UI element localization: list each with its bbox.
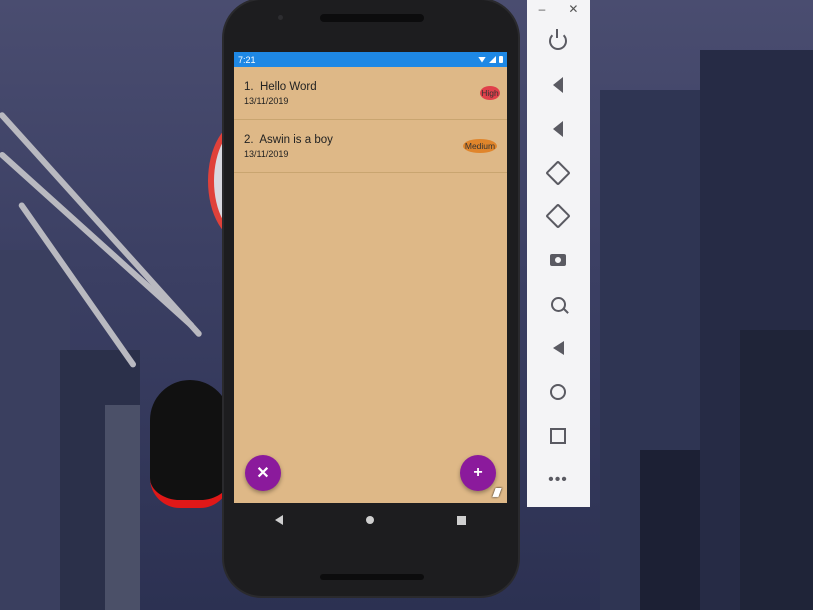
battery-icon — [499, 56, 503, 63]
rotate-right-icon — [545, 203, 571, 229]
camera-icon — [550, 254, 566, 266]
rotate-left-icon — [545, 160, 571, 186]
status-time: 7:21 — [238, 54, 256, 65]
add-fab-button[interactable]: + — [460, 455, 496, 491]
nav-recent-icon[interactable] — [456, 515, 466, 525]
bottom-speaker — [320, 574, 424, 580]
overview-button[interactable] — [546, 424, 570, 448]
window-controls: – ✕ — [527, 0, 590, 18]
status-icons — [478, 56, 503, 63]
signal-icon — [489, 56, 496, 63]
priority-badge: Medium — [463, 139, 497, 153]
overview-icon — [550, 428, 566, 444]
android-nav-bar — [234, 503, 507, 537]
volume-down-icon — [553, 121, 563, 137]
hero-figure — [150, 380, 230, 508]
screenshot-button[interactable] — [546, 248, 570, 272]
list-item[interactable]: 1. Hello Word 13/11/2019 High — [234, 67, 507, 120]
nav-back-icon[interactable] — [275, 515, 284, 525]
back-button[interactable] — [546, 336, 570, 360]
rotate-left-button[interactable] — [545, 160, 571, 186]
emulator-toolbar: – ✕ ••• — [527, 0, 590, 507]
minimize-button[interactable]: – — [539, 2, 546, 16]
list-item[interactable]: 2. Aswin is a boy 13/11/2019 Medium — [234, 120, 507, 173]
building — [105, 405, 140, 610]
wifi-icon — [478, 56, 486, 63]
zoom-icon — [550, 296, 566, 312]
item-title: 2. Aswin is a boy — [244, 134, 333, 146]
priority-badge: High — [480, 86, 500, 100]
power-button[interactable] — [546, 29, 570, 53]
volume-up-icon — [553, 77, 563, 93]
item-title: 1. Hello Word — [244, 81, 317, 93]
speaker-grille — [320, 14, 424, 22]
power-icon — [549, 29, 567, 50]
nav-home-icon[interactable] — [365, 516, 374, 524]
building — [640, 450, 700, 610]
home-button[interactable] — [546, 380, 570, 404]
clear-fab-button[interactable]: ✕ — [245, 455, 281, 491]
front-camera — [278, 15, 283, 20]
close-window-button[interactable]: ✕ — [568, 2, 578, 16]
item-date: 13/11/2019 — [244, 96, 289, 106]
status-bar: 7:21 — [234, 52, 507, 67]
add-icon: + — [473, 464, 483, 481]
zoom-button[interactable] — [546, 292, 570, 316]
building — [740, 330, 813, 610]
back-icon — [552, 341, 564, 355]
rotate-right-button[interactable] — [545, 203, 571, 229]
app-screen: 7:21 1. Hello Word 13/11/2019 High 2. As… — [234, 52, 507, 503]
more-button[interactable]: ••• — [546, 468, 570, 492]
home-icon — [550, 384, 566, 400]
item-date: 13/11/2019 — [244, 149, 289, 159]
volume-down-button[interactable] — [546, 117, 570, 141]
close-icon: ✕ — [256, 465, 270, 482]
volume-up-button[interactable] — [546, 73, 570, 97]
more-icon: ••• — [548, 471, 568, 488]
